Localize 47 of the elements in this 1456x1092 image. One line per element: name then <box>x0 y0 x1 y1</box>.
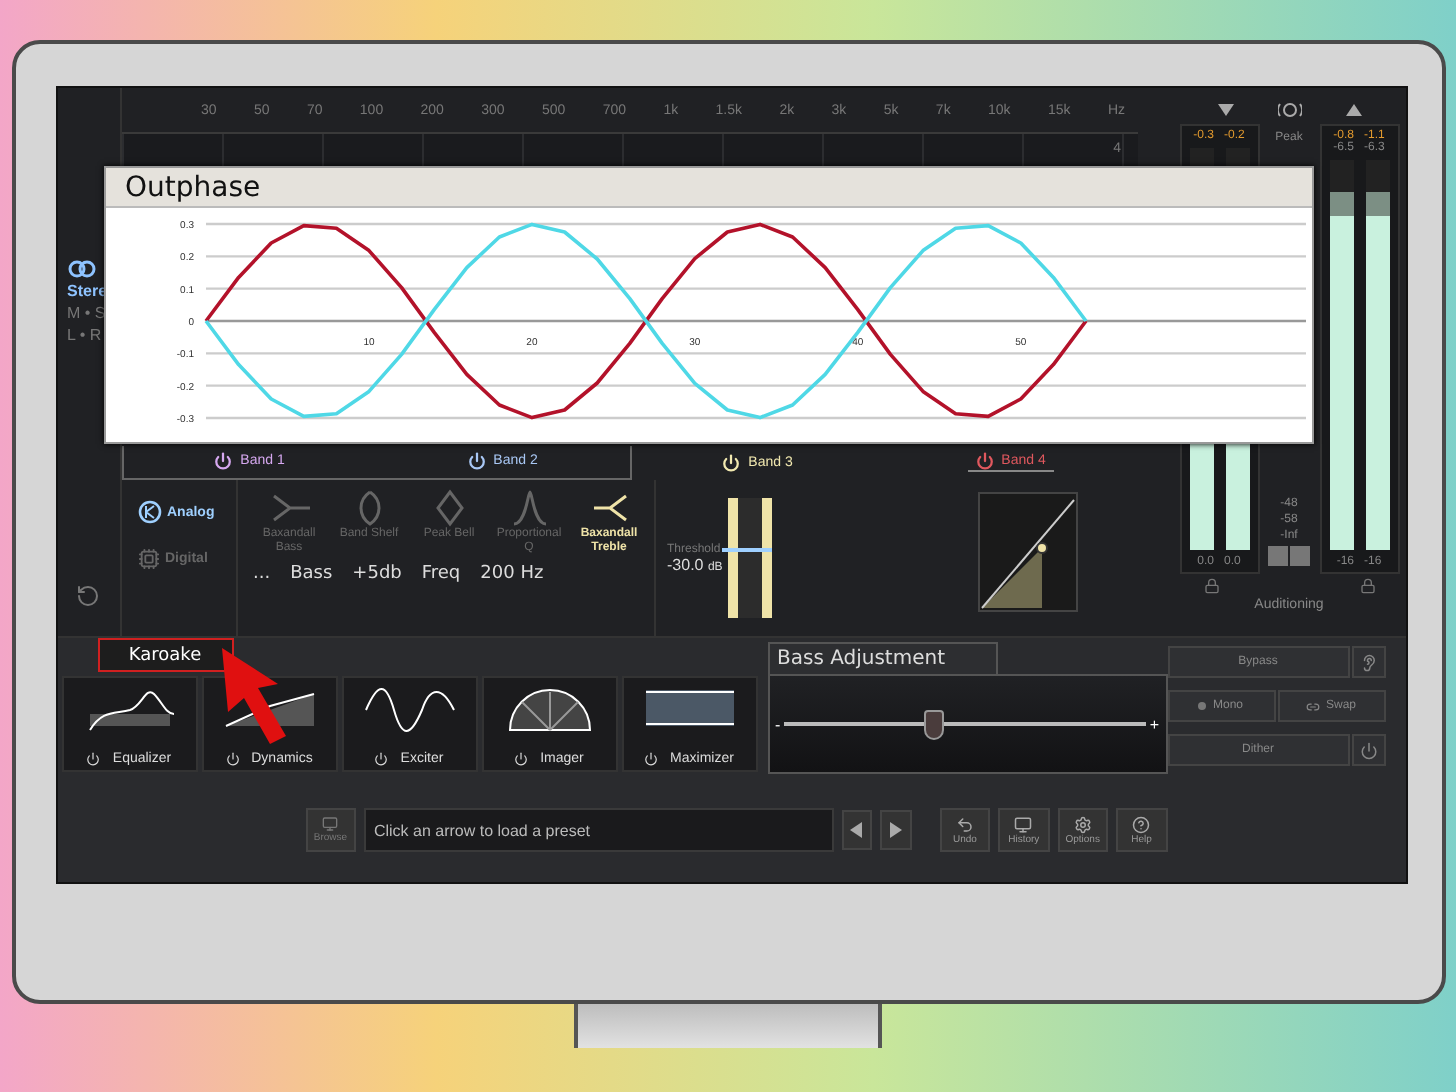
power-icon <box>514 752 529 766</box>
threshold-fader[interactable] <box>728 498 773 618</box>
plus-sign: + <box>1149 715 1159 733</box>
transfer-curve-graph <box>977 492 1077 612</box>
link-icon <box>1305 699 1320 713</box>
minus-sign: - <box>775 715 781 733</box>
monitor-icon <box>322 816 339 832</box>
ear-icon <box>1359 653 1377 671</box>
next-preset-button[interactable] <box>880 810 912 850</box>
power-icon <box>86 752 101 766</box>
parameter-text: Freq <box>421 564 461 585</box>
k-circle-icon <box>137 500 161 524</box>
help-icon <box>1132 815 1151 833</box>
filter-shape-icon <box>509 488 549 528</box>
lock-icon[interactable] <box>1359 578 1375 594</box>
parameter-text: 200 Hz <box>480 564 544 585</box>
power-icon <box>225 752 240 766</box>
stereo-icon <box>67 260 95 278</box>
power-button[interactable] <box>1351 734 1385 766</box>
down-triangle-icon[interactable] <box>1217 104 1233 116</box>
right-triangle-icon <box>890 822 903 838</box>
power-icon <box>374 752 389 766</box>
window-title: Outphase <box>105 168 1311 208</box>
slider-thumb[interactable] <box>924 709 945 739</box>
ear-button[interactable] <box>1351 646 1385 678</box>
preset-field[interactable]: Click an arrow to load a preset <box>363 808 834 852</box>
left-triangle-icon <box>850 822 863 838</box>
power-icon <box>1359 741 1377 759</box>
reset-icon[interactable] <box>75 584 99 608</box>
settings-icon <box>1073 815 1092 833</box>
lock-icon[interactable] <box>1203 578 1219 594</box>
undo-icon <box>955 815 974 833</box>
previous-preset-button[interactable] <box>841 810 873 850</box>
up-triangle-icon[interactable] <box>1345 104 1361 116</box>
ellipsis-text: ... <box>253 564 271 585</box>
panel-title: Bass Adjustment <box>767 642 997 674</box>
stereo-mode-option[interactable]: L • R <box>67 326 102 344</box>
chip-icon <box>137 548 159 570</box>
preset-tab[interactable]: Karoake <box>97 638 233 672</box>
dot-icon <box>1198 702 1207 710</box>
parameter-text: +5db <box>352 564 402 585</box>
monitor-icon <box>1014 815 1033 833</box>
stereo-link-icon[interactable] <box>1277 102 1301 118</box>
threshold-handle[interactable] <box>722 548 773 552</box>
sine-wave-icon <box>361 682 457 734</box>
parameter-text: Bass <box>290 564 333 585</box>
power-icon <box>644 752 659 766</box>
